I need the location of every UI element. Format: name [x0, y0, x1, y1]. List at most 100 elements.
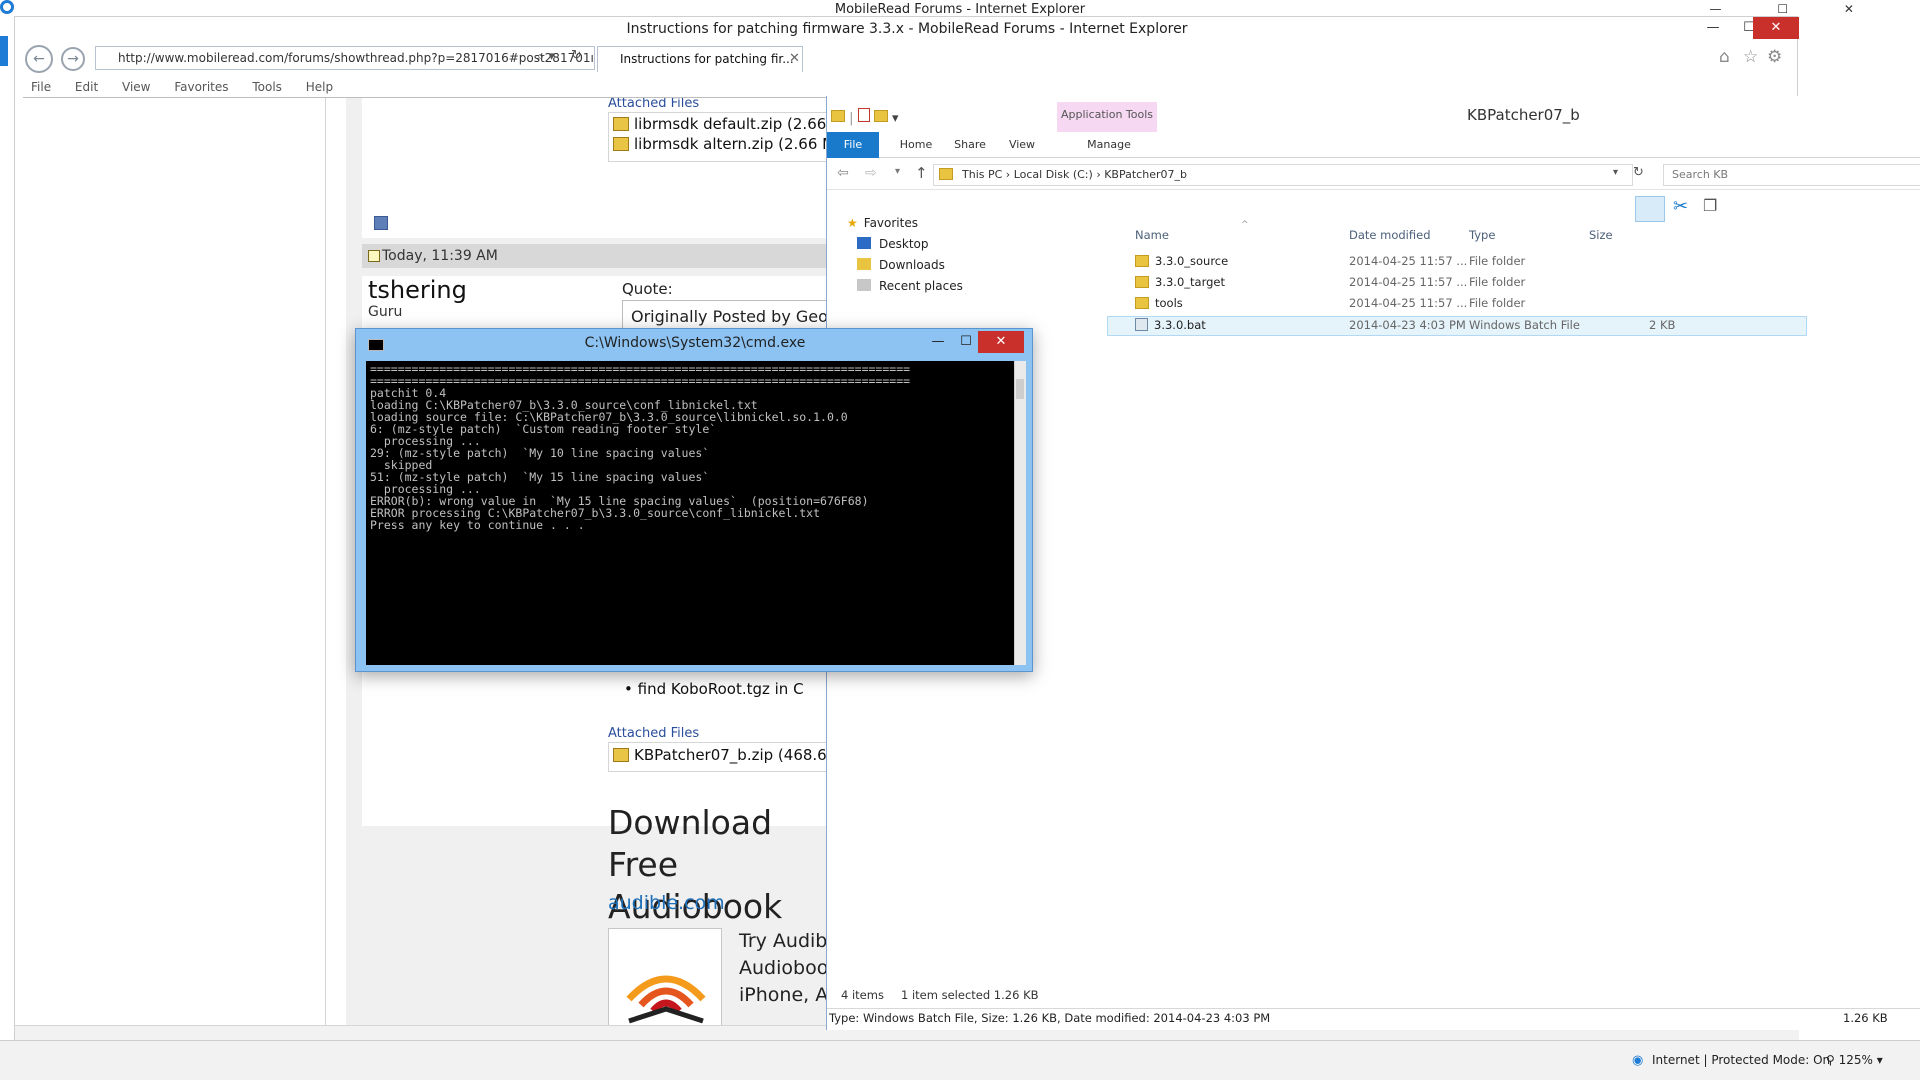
cut-icon[interactable]: ✂ [1673, 196, 1688, 217]
attachment-link[interactable]: KBPatcher07_b.zip (468.6 K [613, 746, 843, 764]
nav-recent-places[interactable]: Recent places [857, 279, 963, 293]
nav-desktop-label[interactable]: Desktop [879, 237, 929, 251]
quick-access-toolbar[interactable]: | ▾ [831, 108, 898, 126]
file-type: File folder [1469, 296, 1526, 310]
menu-favorites[interactable]: Favorites [174, 80, 228, 94]
back-arrow-icon[interactable]: ← [25, 45, 53, 73]
gear-icon[interactable]: ⚙ [1767, 47, 1782, 67]
close-button[interactable]: ✕ [1753, 17, 1799, 39]
nav-downloads-label[interactable]: Downloads [879, 258, 945, 272]
minimize-button[interactable]: — [1695, 17, 1731, 39]
nav-downloads[interactable]: Downloads [857, 258, 945, 272]
tab-home[interactable]: Home [891, 132, 941, 158]
nav-favorites[interactable]: ★ Favorites [847, 216, 918, 230]
favorites-star-icon[interactable]: ☆ [1743, 47, 1758, 67]
nav-desktop[interactable]: Desktop [857, 237, 929, 251]
chevron-down-icon[interactable]: ▾ [892, 111, 899, 126]
file-row[interactable]: tools 2014-04-25 11:57 ... File folder [1107, 296, 1807, 316]
file-list-header: Name ^ Date modified Type Size [1107, 220, 1807, 248]
tab-share[interactable]: Share [945, 132, 995, 158]
tab-close-icon[interactable]: ✕ [789, 51, 800, 66]
security-zone[interactable]: Internet | Protected Mode: On [1652, 1053, 1830, 1067]
post-username[interactable]: tshering [368, 276, 467, 304]
cmd-scrollbar-thumb[interactable] [1016, 379, 1024, 399]
breadcrumb[interactable]: This PC › Local Disk (C:) › KBPatcher07_… [933, 164, 1633, 186]
background-window-controls[interactable]: — ☐ ✕ [1710, 2, 1880, 16]
nav-favorites-label[interactable]: Favorites [864, 216, 918, 230]
attachment-name[interactable]: librmsdk default.zip (2.66 M [634, 115, 844, 133]
properties-icon[interactable] [857, 108, 870, 122]
refresh-icon[interactable]: ↻ [571, 48, 582, 63]
address-bar[interactable]: http://www.mobileread.com/forums/showthr… [95, 46, 595, 70]
post-header: Today, 11:39 AM [362, 244, 846, 268]
menu-edit[interactable]: Edit [75, 80, 98, 94]
console-output-area[interactable]: ========================================… [366, 361, 1014, 665]
ie-navigation-bar: ← → http://www.mobileread.com/forums/sho… [15, 43, 1799, 73]
tab-view[interactable]: View [997, 132, 1047, 158]
back-arrow-icon[interactable]: ⇦ [837, 165, 849, 181]
audible-logo-icon [626, 975, 706, 1024]
recent-locations-chevron-icon[interactable]: ▾ [895, 166, 900, 177]
column-size[interactable]: Size [1589, 228, 1613, 242]
menu-help[interactable]: Help [306, 80, 333, 94]
breadcrumb-item[interactable]: Local Disk (C:) [1014, 168, 1093, 181]
menu-tools[interactable]: Tools [252, 80, 282, 94]
ad-title-line[interactable]: Download Free [608, 802, 846, 886]
cmd-close-button[interactable]: ✕ [978, 331, 1024, 353]
audible-logo-image[interactable] [608, 928, 722, 1026]
explorer-title: KBPatcher07_b [1467, 106, 1580, 124]
post-status-icon [374, 216, 388, 230]
zoom-level[interactable]: ⚲ 125% ▾ [1826, 1053, 1883, 1067]
status-selection: 1 item selected 1.26 KB [901, 988, 1039, 1002]
tab-manage[interactable]: Manage [1069, 132, 1149, 158]
attached-files-label: Attached Files [608, 726, 700, 741]
refresh-icon[interactable]: ↻ [1633, 165, 1644, 180]
menu-view[interactable]: View [122, 80, 150, 94]
attachment-link[interactable]: librmsdk altern.zip (2.66 ME [613, 135, 845, 153]
up-arrow-icon[interactable]: ↑ [915, 164, 928, 182]
file-row-selected[interactable]: 3.3.0.bat 2014-04-23 4:03 PM Windows Bat… [1107, 316, 1807, 336]
new-folder-icon[interactable] [873, 110, 888, 122]
column-name[interactable]: Name [1135, 228, 1169, 242]
file-row[interactable]: 3.3.0_source 2014-04-25 11:57 ... File f… [1107, 254, 1807, 274]
details-pane-toggle-icon[interactable] [1635, 196, 1665, 222]
attachment-name[interactable]: KBPatcher07_b.zip (468.6 K [634, 746, 841, 764]
list-item-text: find KoboRoot.tgz in C [637, 680, 804, 698]
search-icon[interactable]: ⌕ ▾ [537, 49, 555, 64]
search-input[interactable]: Search KB [1663, 164, 1920, 186]
address-dropdown-chevron-icon[interactable]: ▾ [1613, 167, 1618, 178]
details-size: 1.26 KB [1843, 1011, 1888, 1025]
copy-icon[interactable]: ❐ [1703, 196, 1717, 215]
file-type: Windows Batch File [1469, 318, 1580, 332]
file-name[interactable]: 3.3.0_source [1155, 254, 1228, 268]
column-date-modified[interactable]: Date modified [1349, 228, 1431, 242]
nav-recent-places-label[interactable]: Recent places [879, 279, 963, 293]
background-back-button[interactable] [0, 36, 8, 66]
breadcrumb-item[interactable]: This PC [962, 168, 1002, 181]
file-name[interactable]: tools [1155, 296, 1183, 310]
explorer-address-bar: ⇦ ⇨ ▾ ↑ This PC › Local Disk (C:) › KBPa… [827, 160, 1920, 190]
ribbon-tabs: File Home Share View Manage [827, 132, 1920, 158]
file-row[interactable]: 3.3.0_target 2014-04-25 11:57 ... File f… [1107, 275, 1807, 295]
tab-file[interactable]: File [827, 132, 879, 158]
forward-arrow-icon[interactable]: → [61, 47, 85, 71]
file-date: 2014-04-25 11:57 ... [1349, 254, 1468, 268]
file-date: 2014-04-25 11:57 ... [1349, 296, 1468, 310]
ad-link[interactable]: audible.com [608, 892, 725, 914]
file-name[interactable]: 3.3.0_target [1155, 275, 1225, 289]
breadcrumb-item[interactable]: KBPatcher07_b [1104, 168, 1187, 181]
zoom-value[interactable]: 125% [1839, 1053, 1873, 1067]
browser-tab[interactable]: Instructions for patching fir... [597, 46, 803, 72]
file-name[interactable]: 3.3.0.bat [1154, 318, 1206, 332]
attachment-link[interactable]: librmsdk default.zip (2.66 M [613, 115, 844, 133]
cmd-scrollbar[interactable] [1014, 361, 1026, 665]
column-type[interactable]: Type [1469, 228, 1495, 242]
menu-file[interactable]: File [31, 80, 51, 94]
file-type: File folder [1469, 254, 1526, 268]
post-date: Today, 11:39 AM [382, 248, 498, 264]
context-tab-application-tools[interactable]: Application Tools [1057, 102, 1157, 132]
attachment-name[interactable]: librmsdk altern.zip (2.66 ME [634, 135, 845, 153]
home-icon[interactable]: ⌂ [1719, 47, 1730, 67]
forward-arrow-icon[interactable]: ⇨ [865, 165, 877, 181]
sort-arrow-icon: ^ [1241, 220, 1249, 230]
